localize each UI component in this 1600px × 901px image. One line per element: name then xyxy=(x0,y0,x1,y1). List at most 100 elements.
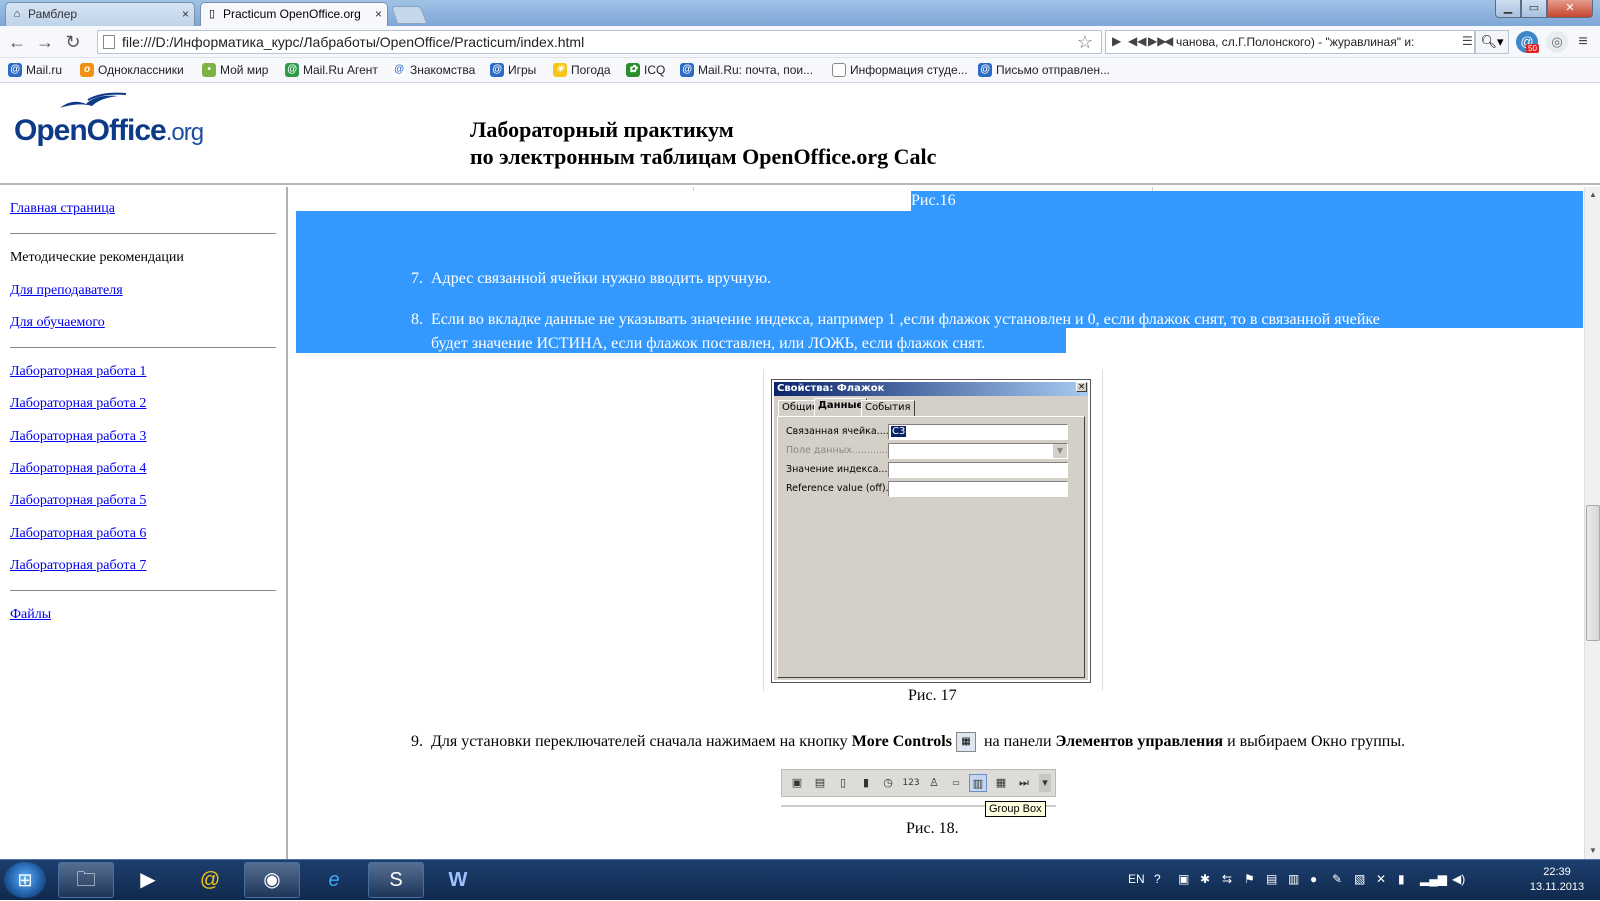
dialog-tab-events[interactable]: События xyxy=(861,400,915,416)
reference-value-off-field[interactable] xyxy=(888,481,1068,497)
bookmark-star-icon[interactable]: ☆ xyxy=(1077,32,1093,53)
sidebar-link-lab-4[interactable]: Лабораторная работа 4 xyxy=(10,461,146,477)
rewind-icon[interactable]: ◀◀ xyxy=(1128,34,1146,48)
forward-arrow-icon[interactable]: → xyxy=(34,32,56,52)
sidebar-link-files[interactable]: Файлы xyxy=(10,607,51,623)
now-playing-text: чанова, сл.Г.Полонского) - "журавлиная" … xyxy=(1176,35,1415,49)
sidebar-link-lab-3[interactable]: Лабораторная работа 3 xyxy=(10,429,146,445)
tab-practicum[interactable]: ▯ Practicum OpenOffice.org × xyxy=(200,2,388,27)
currency-icon[interactable]: ♙ xyxy=(925,774,943,792)
explorer-taskbar-icon[interactable]: 🗀︎ xyxy=(58,862,114,898)
tray-icon[interactable]: ▧ xyxy=(1354,872,1365,886)
close-icon[interactable]: × xyxy=(1076,382,1087,392)
reload-icon[interactable]: ↻ xyxy=(62,32,84,52)
bookmark-item[interactable]: • Мой мир xyxy=(202,63,268,77)
file-control-icon[interactable]: ▤ xyxy=(811,774,829,792)
bookmark-item[interactable]: @ Знакомства xyxy=(392,63,475,77)
maximize-button[interactable]: ▭ xyxy=(1521,0,1547,18)
at-icon: @ xyxy=(392,63,406,77)
image-control-icon[interactable]: ▣ xyxy=(788,774,806,792)
scrollbar-thumb[interactable] xyxy=(1586,505,1600,641)
scroll-up-icon[interactable]: ▲ xyxy=(1585,187,1600,203)
numeric-field-icon[interactable]: ▮ xyxy=(857,774,875,792)
internet-explorer-taskbar-icon[interactable]: e xyxy=(306,862,362,898)
tab-rambler[interactable]: ⌂ Рамблер × xyxy=(5,2,195,26)
data-field-select[interactable]: ▼ xyxy=(888,443,1068,459)
bookmark-item[interactable]: @ Mail.Ru Агент xyxy=(285,63,378,77)
new-tab-button[interactable] xyxy=(390,6,428,24)
volume-icon[interactable]: ◀) xyxy=(1452,872,1465,886)
sidebar-link-home[interactable]: Главная страница xyxy=(10,201,115,217)
dialog-tab-data[interactable]: Данные xyxy=(814,398,868,416)
tooltip-group-box: Group Box xyxy=(985,801,1046,817)
chevron-down-icon[interactable]: ▾ xyxy=(1039,774,1051,792)
volume-icon[interactable]: ◀ xyxy=(1164,34,1173,48)
back-arrow-icon[interactable]: ← xyxy=(6,32,28,52)
index-value-field[interactable] xyxy=(888,462,1068,478)
sidebar-link-lab-7[interactable]: Лабораторная работа 7 xyxy=(10,558,146,574)
sidebar-link-lab-6[interactable]: Лабораторная работа 6 xyxy=(10,526,146,542)
start-button[interactable]: ⊞ xyxy=(4,862,46,898)
openoffice-logo: OpenOffice.org xyxy=(14,114,204,147)
usb-icon[interactable]: ⇆ xyxy=(1222,872,1232,886)
tray-icon[interactable]: ▣ xyxy=(1178,872,1189,886)
system-clock[interactable]: 22:39 13.11.2013 xyxy=(1522,865,1592,895)
bookmark-item[interactable]: ✿ ICQ xyxy=(626,63,665,77)
chrome-taskbar-icon[interactable]: ◉ xyxy=(244,862,300,898)
word-taskbar-icon[interactable]: W xyxy=(430,862,486,898)
vertical-scrollbar[interactable]: ▲ ▼ xyxy=(1584,187,1600,859)
close-window-button[interactable]: ✕ xyxy=(1547,0,1593,18)
sidebar-section-title: Методические рекомендации xyxy=(10,250,184,265)
sidebar-link-student[interactable]: Для обучаемого xyxy=(10,315,105,331)
bookmark-item[interactable]: Информация студе... xyxy=(832,63,968,77)
bookmark-item[interactable]: @ Письмо отправлен... xyxy=(978,63,1110,77)
chevron-down-icon[interactable]: ▼ xyxy=(1053,444,1067,458)
flag-icon[interactable]: ⚑ xyxy=(1244,872,1255,886)
play-icon[interactable]: ▶ xyxy=(1112,34,1121,48)
cursor-icon[interactable]: ▯ xyxy=(834,774,852,792)
bluetooth-icon[interactable]: ✱ xyxy=(1200,872,1210,886)
extension-icon[interactable]: ◎ xyxy=(1546,31,1568,53)
search-icon[interactable]: 🔍︎▾ xyxy=(1475,30,1509,54)
language-indicator[interactable]: EN xyxy=(1128,872,1145,886)
tray-icon[interactable]: ● xyxy=(1310,872,1317,886)
linked-cell-field[interactable]: C3 xyxy=(888,424,1068,440)
sidebar-link-teacher[interactable]: Для преподавателя xyxy=(10,283,123,299)
tray-icon[interactable]: ✕ xyxy=(1376,872,1386,886)
tray-icon[interactable]: ▤ xyxy=(1266,872,1277,886)
scroll-down-icon[interactable]: ▼ xyxy=(1585,843,1600,859)
media-player-taskbar-icon[interactable]: ▶ xyxy=(120,862,176,898)
close-tab-icon[interactable]: × xyxy=(182,3,189,25)
formatted-field-icon[interactable]: ▭ xyxy=(947,774,965,792)
navigation-bar-icon[interactable]: ⏭ xyxy=(1015,774,1033,792)
page-title: Лабораторный практикум по электронным та… xyxy=(470,117,937,169)
table-control-icon[interactable]: ▦ xyxy=(992,774,1010,792)
sidebar-link-lab-1[interactable]: Лабораторная работа 1 xyxy=(10,364,146,380)
minimize-button[interactable]: ▁ xyxy=(1495,0,1521,18)
bookmark-item[interactable]: @ Mail.Ru: почта, пои... xyxy=(680,63,813,77)
sidebar-link-lab-2[interactable]: Лабораторная работа 2 xyxy=(10,396,146,412)
url-text[interactable]: file:///D:/Информатика_курс/Лабработы/Op… xyxy=(122,34,584,50)
mail-agent-taskbar-icon[interactable]: @ xyxy=(182,862,238,898)
playlist-icon[interactable]: ☰ xyxy=(1462,34,1473,48)
browser-tab-strip: ⌂ Рамблер × ▯ Practicum OpenOffice.org ×… xyxy=(0,0,1600,27)
tray-icon[interactable]: ✎ xyxy=(1332,872,1342,886)
tray-icon[interactable]: ▥ xyxy=(1288,872,1299,886)
clock-icon[interactable]: ◷ xyxy=(879,774,897,792)
skype-taskbar-icon[interactable]: S xyxy=(368,862,424,898)
sidebar-link-lab-5[interactable]: Лабораторная работа 5 xyxy=(10,493,146,509)
numeric-field-icon[interactable]: 123 xyxy=(900,774,922,792)
help-icon[interactable]: ? xyxy=(1154,872,1161,886)
bookmark-item[interactable]: o Одноклассники xyxy=(80,63,184,77)
dialog-title: Свойства: Флажок xyxy=(774,382,1088,396)
bookmark-item[interactable]: @ Игры xyxy=(490,63,536,77)
menu-icon[interactable]: ≡ xyxy=(1572,31,1594,53)
bookmark-item[interactable]: @ Mail.ru xyxy=(8,63,62,77)
close-tab-icon[interactable]: × xyxy=(375,3,382,25)
group-box-icon[interactable]: ▥ xyxy=(969,774,987,792)
figure-caption-16: Рис.16 xyxy=(911,192,956,209)
network-icon[interactable]: ▂▄▆ xyxy=(1420,872,1447,886)
address-bar[interactable]: file:///D:/Информатика_курс/Лабработы/Op… xyxy=(97,30,1102,54)
battery-icon[interactable]: ▮ xyxy=(1398,872,1405,886)
bookmark-item[interactable]: ☀ Погода xyxy=(553,63,611,77)
